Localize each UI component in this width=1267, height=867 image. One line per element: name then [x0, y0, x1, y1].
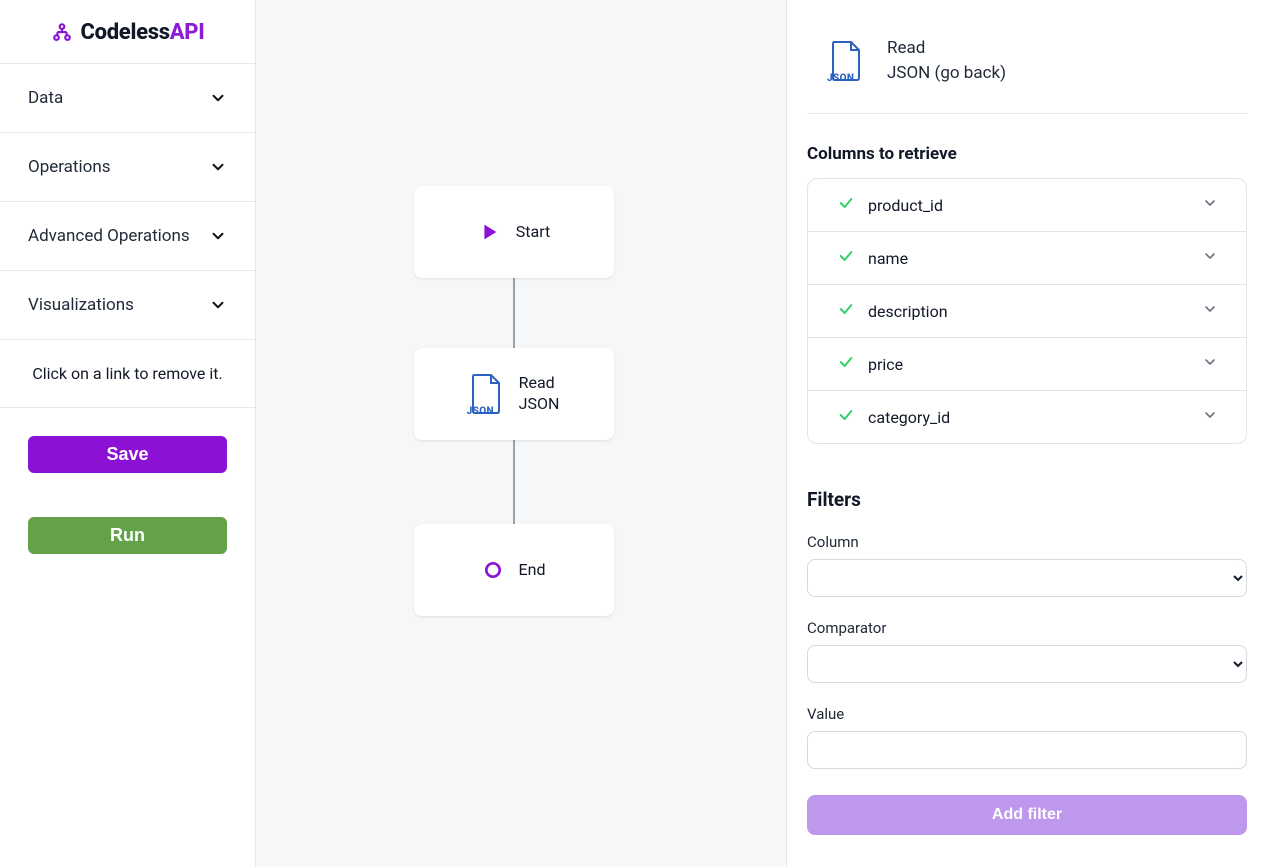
column-row[interactable]: product_id: [808, 179, 1246, 232]
details-panel: JSON Read JSON (go back) Columns to retr…: [787, 0, 1267, 867]
sidebar-item-label: Data: [28, 88, 63, 108]
chevron-down-icon: [209, 89, 227, 107]
panel-title-line1: Read: [887, 36, 1006, 61]
node-label-line1: Read: [519, 373, 555, 392]
node-end[interactable]: End: [414, 524, 614, 616]
sidebar-item-label: Advanced Operations: [28, 226, 190, 246]
sidebar-item-visualizations[interactable]: Visualizations: [0, 271, 255, 339]
node-read-json[interactable]: JSON Read JSON: [414, 348, 614, 440]
sidebar-item-data[interactable]: Data: [0, 64, 255, 132]
column-name: name: [868, 249, 908, 268]
columns-list: product_id name description: [807, 178, 1247, 444]
logo-icon: [51, 22, 73, 44]
go-back-link[interactable]: JSON (go back): [887, 61, 1006, 86]
sidebar-item-operations[interactable]: Operations: [0, 133, 255, 201]
columns-section-title: Columns to retrieve: [807, 144, 1247, 164]
filter-value-label: Value: [807, 705, 1247, 723]
chevron-down-icon: [209, 158, 227, 176]
filter-column-select[interactable]: [807, 559, 1247, 597]
flow-edge[interactable]: [513, 440, 515, 524]
sidebar-item-advanced-operations[interactable]: Advanced Operations: [0, 202, 255, 270]
column-row[interactable]: name: [808, 232, 1246, 285]
brand-part1: Codeless: [81, 20, 170, 45]
node-start[interactable]: Start: [414, 186, 614, 278]
logo: CodelessAPI: [0, 0, 255, 64]
filter-comparator-label: Comparator: [807, 619, 1247, 637]
column-name: category_id: [868, 408, 950, 427]
check-icon: [838, 354, 854, 374]
flow-edge[interactable]: [513, 278, 515, 348]
add-filter-button[interactable]: Add filter: [807, 795, 1247, 835]
column-name: product_id: [868, 196, 943, 215]
sidebar-item-label: Operations: [28, 157, 111, 177]
chevron-down-icon: [1202, 354, 1218, 374]
json-text: JSON: [827, 73, 854, 84]
node-label: End: [519, 560, 546, 581]
column-name: description: [868, 302, 948, 321]
brand-part2: API: [170, 20, 205, 45]
filters-section-title: Filters: [807, 488, 1247, 511]
chevron-down-icon: [1202, 195, 1218, 215]
column-row[interactable]: category_id: [808, 391, 1246, 443]
chevron-down-icon: [1202, 407, 1218, 427]
play-icon: [478, 221, 500, 243]
chevron-down-icon: [209, 296, 227, 314]
end-icon: [483, 560, 503, 580]
filter-comparator-select[interactable]: [807, 645, 1247, 683]
sidebar: CodelessAPI Data Operations Advanced Ope…: [0, 0, 256, 867]
column-name: price: [868, 355, 903, 374]
flow-canvas[interactable]: Start JSON Read JSON End: [256, 0, 787, 867]
node-label-line2: JSON: [519, 394, 560, 413]
check-icon: [838, 195, 854, 215]
json-file-icon: JSON: [829, 40, 863, 82]
json-file-icon: JSON: [469, 373, 503, 415]
sidebar-hint: Click on a link to remove it.: [0, 340, 255, 408]
chevron-down-icon: [1202, 301, 1218, 321]
chevron-down-icon: [209, 227, 227, 245]
node-label: Read JSON: [519, 373, 560, 415]
filter-column-label: Column: [807, 533, 1247, 551]
logo-text: CodelessAPI: [81, 20, 205, 45]
check-icon: [838, 407, 854, 427]
check-icon: [838, 248, 854, 268]
filter-value-input[interactable]: [807, 731, 1247, 769]
panel-header: JSON Read JSON (go back): [807, 36, 1247, 114]
check-icon: [838, 301, 854, 321]
run-button[interactable]: Run: [28, 517, 227, 554]
save-button[interactable]: Save: [28, 436, 227, 473]
column-row[interactable]: price: [808, 338, 1246, 391]
column-row[interactable]: description: [808, 285, 1246, 338]
chevron-down-icon: [1202, 248, 1218, 268]
json-text: JSON: [467, 406, 494, 417]
node-label: Start: [516, 222, 550, 243]
sidebar-item-label: Visualizations: [28, 295, 134, 315]
